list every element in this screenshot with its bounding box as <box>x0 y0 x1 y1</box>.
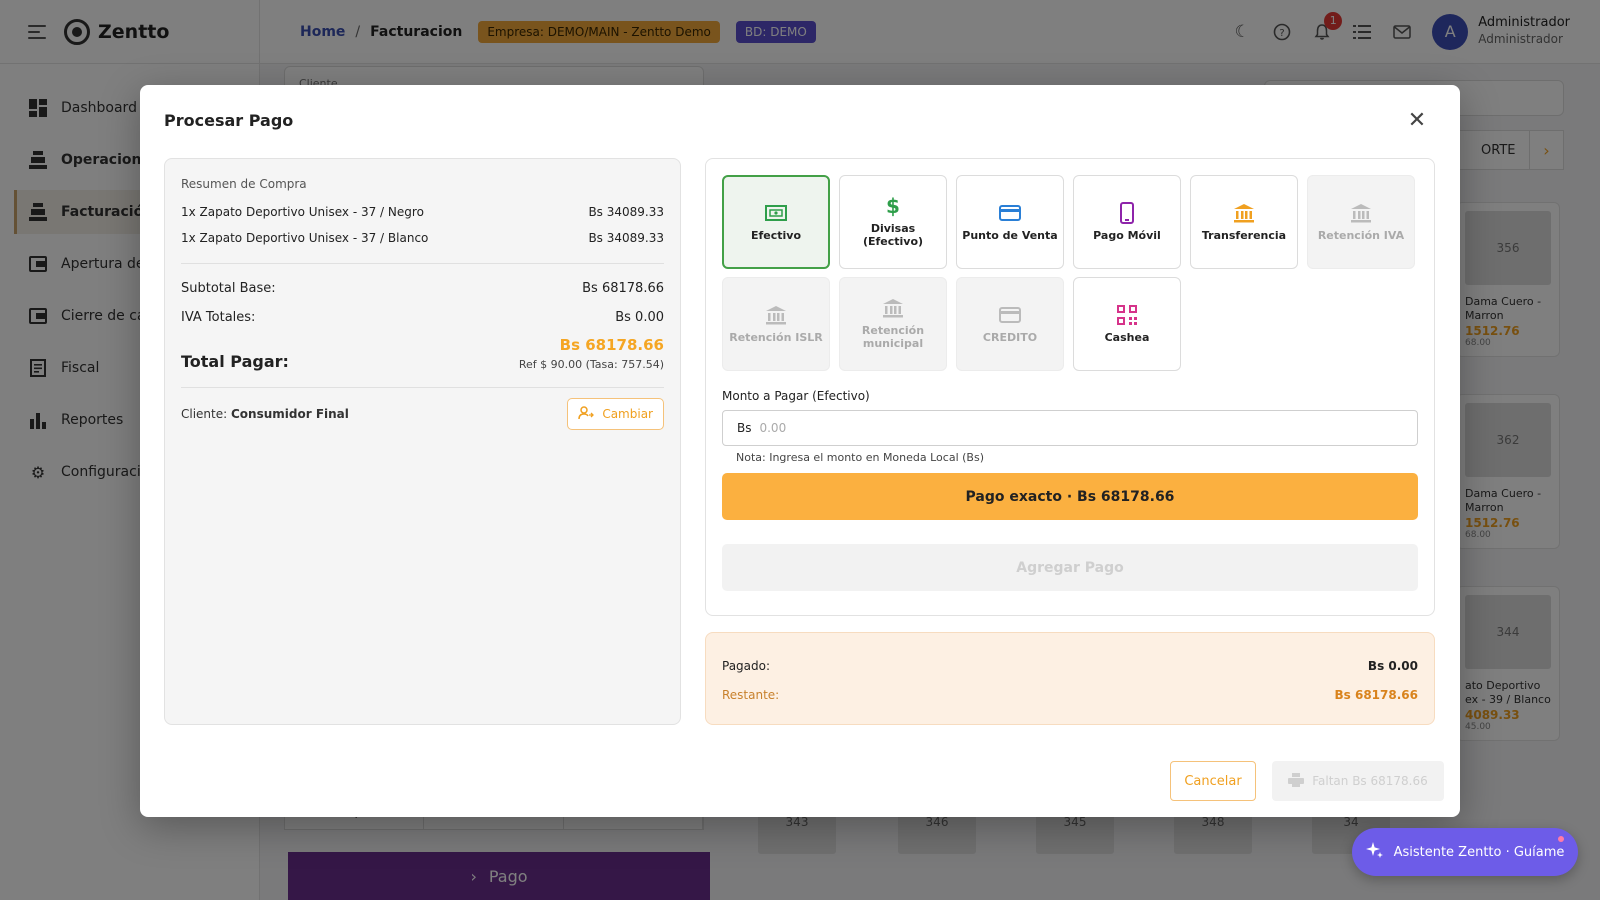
method-label: Pago Móvil <box>1093 228 1161 242</box>
total-label: Total Pagar: <box>181 352 289 371</box>
iva-value: Bs 0.00 <box>615 310 664 325</box>
method-label: Retención ISLR <box>729 330 823 344</box>
line-item-amount: Bs 34089.33 <box>588 205 664 219</box>
subtotal-label: Subtotal Base: <box>181 281 276 296</box>
total-reference: Ref $ 90.00 (Tasa: 757.54) <box>518 358 664 371</box>
method-label: CREDITO <box>982 330 1038 344</box>
exact-payment-button[interactable]: Pago exacto · Bs 68178.66 <box>722 473 1418 520</box>
summary-line-item: 1x Zapato Deportivo Unisex - 37 / Blanco… <box>181 225 664 251</box>
close-icon[interactable]: ✕ <box>1404 107 1430 133</box>
method-retencion-islr[interactable]: Retención ISLR <box>722 277 830 371</box>
subtotal-row: Subtotal Base: Bs 68178.66 <box>181 274 664 303</box>
iva-row: IVA Totales: Bs 0.00 <box>181 303 664 332</box>
client-name: Consumidor Final <box>231 407 349 421</box>
method-cashea[interactable]: Cashea <box>1073 277 1181 371</box>
cash-icon <box>765 202 787 224</box>
total-amount: Bs 68178.66 <box>559 336 664 354</box>
method-label: Divisas (Efectivo) <box>862 222 924 248</box>
method-divisas[interactable]: $ Divisas (Efectivo) <box>839 175 947 269</box>
purchase-summary: Resumen de Compra 1x Zapato Deportivo Un… <box>164 158 681 725</box>
cancel-button[interactable]: Cancelar <box>1170 761 1256 801</box>
client-row: Cliente: Consumidor Final Cambiar <box>181 398 664 430</box>
modal-title: Procesar Pago <box>164 111 294 130</box>
client-text: Cliente: Consumidor Final <box>181 407 349 421</box>
summary-heading: Resumen de Compra <box>181 177 307 191</box>
iva-label: IVA Totales: <box>181 310 256 325</box>
method-label: Cashea <box>1104 330 1150 344</box>
method-label: Transferencia <box>1201 228 1287 242</box>
printer-icon <box>1288 772 1305 790</box>
bank-icon <box>1350 202 1372 224</box>
change-client-button[interactable]: Cambiar <box>567 398 664 430</box>
line-item-amount: Bs 34089.33 <box>588 231 664 245</box>
dollar-icon: $ <box>886 194 900 219</box>
method-retencion-iva[interactable]: Retención IVA <box>1307 175 1415 269</box>
method-label: Retención IVA <box>1317 228 1405 242</box>
assistant-indicator <box>1558 836 1564 842</box>
method-label: Punto de Venta <box>962 228 1058 242</box>
method-punto-de-venta[interactable]: Punto de Venta <box>956 175 1064 269</box>
payment-methods-panel: Efectivo $ Divisas (Efectivo) Punto de V… <box>705 158 1435 616</box>
remaining-value: Bs 68178.66 <box>1334 687 1418 702</box>
qr-icon <box>1117 304 1137 326</box>
divider <box>181 387 664 388</box>
amount-field[interactable]: Bs <box>722 410 1418 446</box>
bank-icon <box>765 304 787 326</box>
method-transferencia[interactable]: Transferencia <box>1190 175 1298 269</box>
card-icon <box>999 202 1021 224</box>
remaining-row: Restante: Bs 68178.66 <box>722 680 1418 709</box>
payment-status: Pagado: Bs 0.00 Restante: Bs 68178.66 <box>705 632 1435 725</box>
card-icon <box>999 304 1021 326</box>
amount-note: Nota: Ingresa el monto en Moneda Local (… <box>736 451 984 464</box>
total-row: Total Pagar: Bs 68178.66 Ref $ 90.00 (Ta… <box>181 336 664 371</box>
add-payment-button[interactable]: Agregar Pago <box>722 544 1418 591</box>
sparkle-icon <box>1365 841 1384 863</box>
summary-line-item: 1x Zapato Deportivo Unisex - 37 / Negro … <box>181 199 664 225</box>
mobile-icon <box>1120 201 1134 224</box>
change-client-label: Cambiar <box>602 407 653 421</box>
paid-label: Pagado: <box>722 658 771 673</box>
payment-methods-grid: Efectivo $ Divisas (Efectivo) Punto de V… <box>722 175 1418 371</box>
total-values: Bs 68178.66 Ref $ 90.00 (Tasa: 757.54) <box>519 336 664 371</box>
paid-value: Bs 0.00 <box>1367 658 1418 673</box>
assistant-button[interactable]: Asistente Zentto · Guíame <box>1352 828 1578 876</box>
divider <box>181 263 664 264</box>
method-pago-movil[interactable]: Pago Móvil <box>1073 175 1181 269</box>
client-prefix: Cliente: <box>181 407 228 421</box>
amount-label: Monto a Pagar (Efectivo) <box>722 389 870 403</box>
method-efectivo[interactable]: Efectivo <box>722 175 830 269</box>
remaining-label: Restante: <box>722 687 780 702</box>
assistant-label: Asistente Zentto · Guíame <box>1393 844 1565 860</box>
submit-payment-button[interactable]: Faltan Bs 68178.66 <box>1272 761 1444 801</box>
method-label: Retención municipal <box>861 324 925 350</box>
bank-icon <box>882 297 904 319</box>
bank-icon <box>1233 202 1255 224</box>
user-switch-icon <box>578 405 595 423</box>
line-item-desc: 1x Zapato Deportivo Unisex - 37 / Blanco <box>181 231 429 245</box>
method-label: Efectivo <box>750 228 802 242</box>
subtotal-value: Bs 68178.66 <box>582 281 664 296</box>
method-retencion-municipal[interactable]: Retención municipal <box>839 277 947 371</box>
paid-row: Pagado: Bs 0.00 <box>722 651 1418 680</box>
line-item-desc: 1x Zapato Deportivo Unisex - 37 / Negro <box>181 205 424 219</box>
submit-payment-label: Faltan Bs 68178.66 <box>1312 774 1428 788</box>
amount-prefix: Bs <box>737 421 752 435</box>
method-credito[interactable]: CREDITO <box>956 277 1064 371</box>
payment-modal: Procesar Pago ✕ Resumen de Compra 1x Zap… <box>140 85 1460 817</box>
amount-input[interactable] <box>759 421 1417 435</box>
